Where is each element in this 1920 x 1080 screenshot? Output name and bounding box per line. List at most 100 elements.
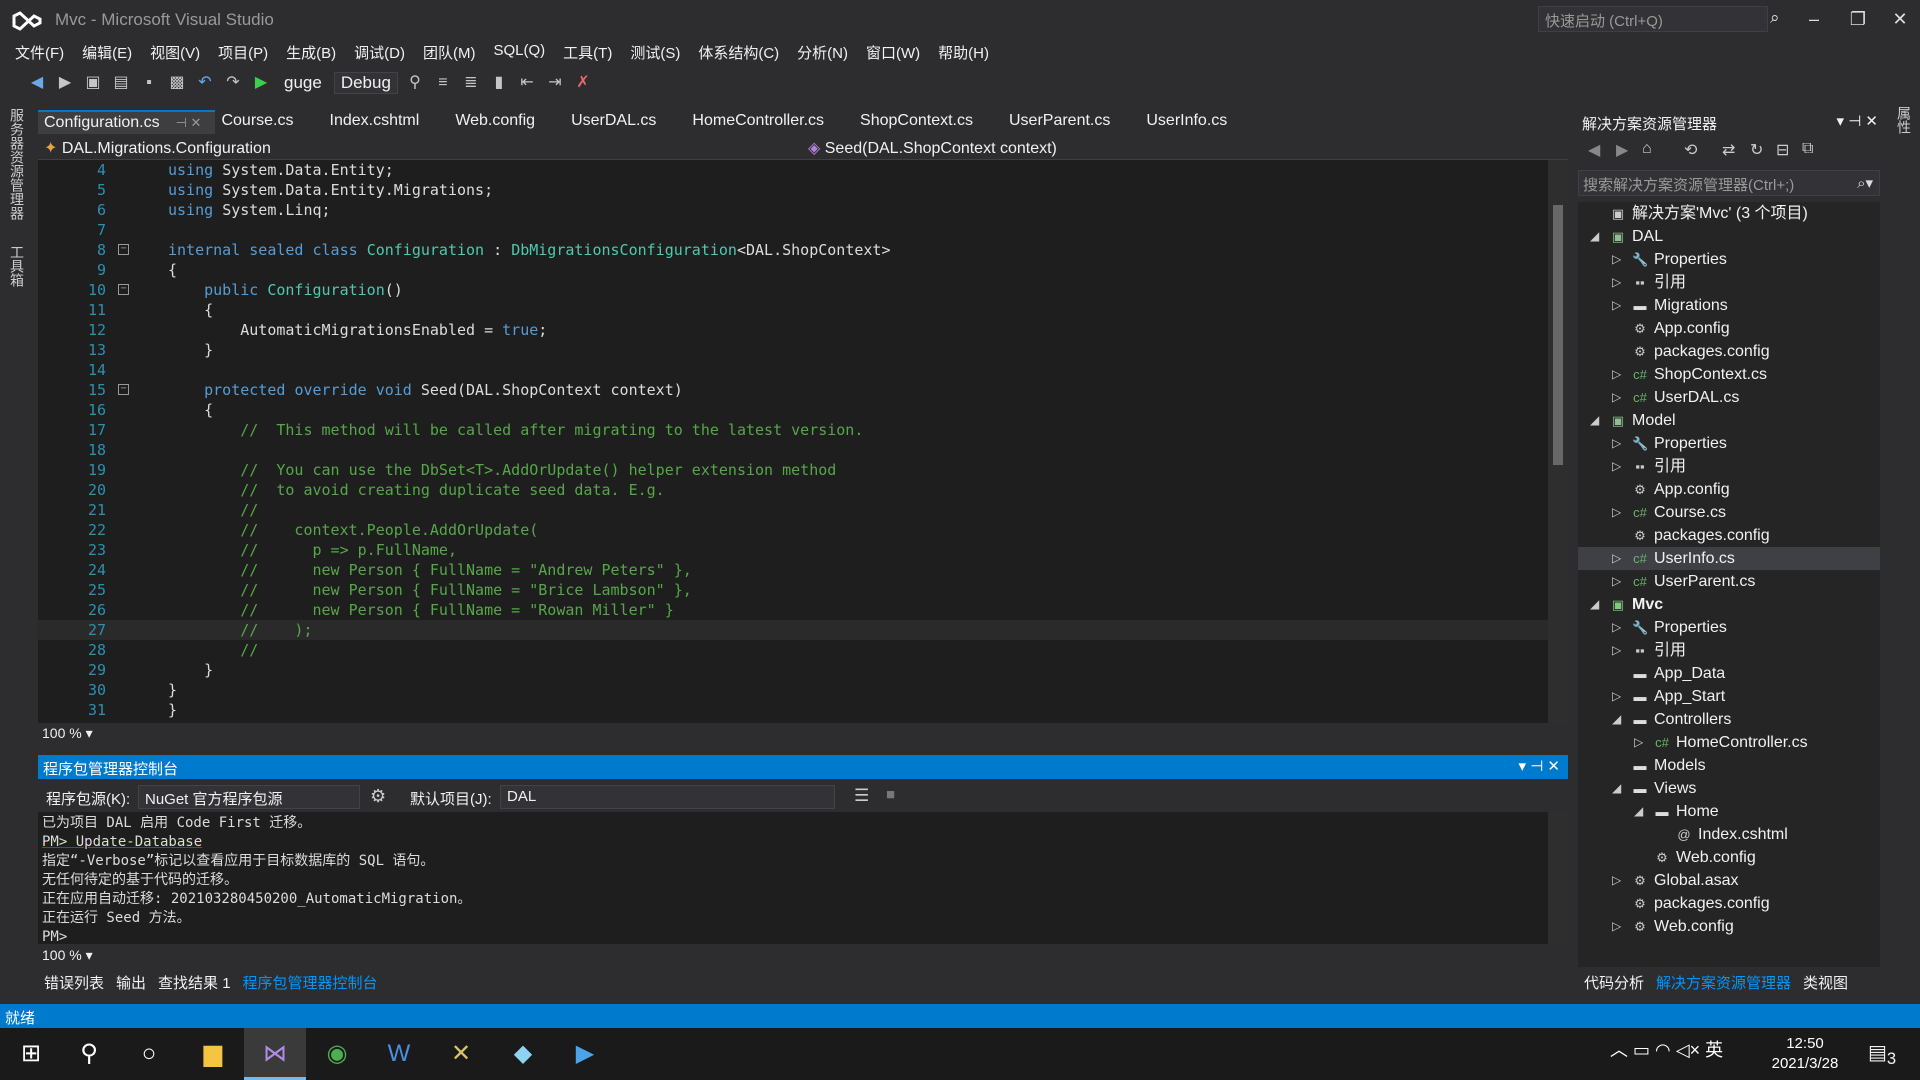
code-line[interactable]: 5 using System.Data.Entity.Migrations; xyxy=(38,180,1548,200)
code-line[interactable]: 28 // xyxy=(38,640,1548,660)
code-line[interactable]: 26 // new Person { FullName = "Rowan Mil… xyxy=(38,600,1548,620)
code-line[interactable]: 25 // new Person { FullName = "Brice Lam… xyxy=(38,580,1548,600)
fold-toggle-icon[interactable]: − xyxy=(118,284,129,295)
start-icon[interactable]: ▶ xyxy=(250,72,272,94)
save-all-icon[interactable]: ▩ xyxy=(166,72,188,94)
tree-item[interactable]: ◢ ▣ Mvc xyxy=(1578,593,1880,616)
tree-item[interactable]: ▷ 🔧 Properties xyxy=(1578,432,1880,455)
fold-toggle-icon[interactable]: − xyxy=(118,244,129,255)
forward-icon[interactable]: ▶ xyxy=(54,72,76,94)
tree-item[interactable]: ▷ ▪▪ 引用 xyxy=(1578,639,1880,662)
code-line[interactable]: 7 xyxy=(38,220,1548,240)
type-dropdown[interactable]: ✦ DAL.Migrations.Configuration xyxy=(44,138,271,158)
restore-button[interactable]: ❐ xyxy=(1838,4,1878,34)
clear-bookmarks-icon[interactable]: ✗ xyxy=(572,72,594,94)
next-bookmark-icon[interactable]: ⇥ xyxy=(544,72,566,94)
tree-item[interactable]: ⚙ App.config xyxy=(1578,317,1880,340)
back-icon[interactable]: ◀ xyxy=(1588,140,1600,160)
code-line[interactable]: 20 // to avoid creating duplicate seed d… xyxy=(38,480,1548,500)
editor-zoom-dropdown[interactable]: 100 % ▾ xyxy=(38,723,1568,745)
code-line[interactable]: 22 // context.People.AddOrUpdate( xyxy=(38,520,1548,540)
start-target-dropdown[interactable]: guge xyxy=(278,73,328,93)
expanded-arrow-icon[interactable]: ◢ xyxy=(1634,800,1646,823)
media-player-icon[interactable]: ▶ xyxy=(554,1028,616,1080)
clear-console-icon[interactable]: ☰ xyxy=(854,786,869,806)
tab-index-cshtml[interactable]: Index.cshtml xyxy=(324,110,450,134)
prev-bookmark-icon[interactable]: ⇤ xyxy=(516,72,538,94)
code-line[interactable]: 16 { xyxy=(38,400,1548,420)
code-line[interactable]: 10 − public Configuration() xyxy=(38,280,1548,300)
pmc-scrollbar[interactable] xyxy=(1548,812,1568,944)
clock[interactable]: 12:50 2021/3/28 xyxy=(1760,1034,1850,1074)
tab-shopcontext-cs[interactable]: ShopContext.cs xyxy=(854,110,1003,134)
code-line[interactable]: 17 // This method will be called after m… xyxy=(38,420,1548,440)
find-icon[interactable]: ⚲ xyxy=(404,72,426,94)
battery-icon[interactable]: ▭ xyxy=(1633,1040,1650,1060)
menu-file[interactable]: 文件(F) xyxy=(6,40,73,66)
tree-item[interactable]: ◢ ▬ Controllers xyxy=(1578,708,1880,731)
menu-window[interactable]: 窗口(W) xyxy=(857,40,929,66)
code-line[interactable]: 21 // xyxy=(38,500,1548,520)
collapsed-arrow-icon[interactable]: ▷ xyxy=(1612,455,1624,478)
tree-item[interactable]: ▷ ▬ App_Start xyxy=(1578,685,1880,708)
tab-userdal-cs[interactable]: UserDAL.cs xyxy=(565,110,686,134)
code-line[interactable]: 15 − protected override void Seed(DAL.Sho… xyxy=(38,380,1548,400)
pmc-output[interactable]: 已为项目 DAL 启用 Code First 迁移。 PM> Update-Da… xyxy=(38,812,1568,945)
tab-userinfo-cs[interactable]: UserInfo.cs xyxy=(1140,110,1257,134)
tab-configuration-cs[interactable]: Configuration.cs ⊣ ✕ xyxy=(38,110,216,134)
code-line[interactable]: 11 { xyxy=(38,300,1548,320)
code-line[interactable]: 30} xyxy=(38,680,1548,700)
task-view-icon[interactable]: ○ xyxy=(118,1028,180,1080)
code-line[interactable]: 8 − internal sealed class Configuration : … xyxy=(38,240,1548,260)
tools-app-icon[interactable]: ✕ xyxy=(430,1028,492,1080)
visual-studio-icon[interactable]: ⋈ xyxy=(244,1028,306,1080)
tree-item[interactable]: ◢ ▣ DAL xyxy=(1578,225,1880,248)
tree-item[interactable]: ▬ App_Data xyxy=(1578,662,1880,685)
code-line[interactable]: 27 // ); xyxy=(38,620,1548,640)
collapsed-arrow-icon[interactable]: ▷ xyxy=(1612,432,1624,455)
tree-item[interactable]: ▷ c# ShopContext.cs xyxy=(1578,363,1880,386)
tree-item[interactable]: ◢ ▬ Home xyxy=(1578,800,1880,823)
expanded-arrow-icon[interactable]: ◢ xyxy=(1590,409,1602,432)
menu-help[interactable]: 帮助(H) xyxy=(929,40,998,66)
tab-error-list[interactable]: 错误列表 xyxy=(38,970,110,994)
quick-launch-input[interactable]: 快速启动 (Ctrl+Q) xyxy=(1538,6,1768,32)
expanded-arrow-icon[interactable]: ◢ xyxy=(1590,225,1602,248)
show-all-files-icon[interactable]: ⧉ xyxy=(1802,140,1813,158)
collapsed-arrow-icon[interactable]: ▷ xyxy=(1612,547,1624,570)
open-file-icon[interactable]: ▤ xyxy=(110,72,132,94)
default-project-select[interactable]: DAL xyxy=(500,785,835,809)
chrome-icon[interactable]: ◉ xyxy=(306,1028,368,1080)
expanded-arrow-icon[interactable]: ◢ xyxy=(1612,777,1624,800)
solution-tree[interactable]: ▣ 解决方案'Mvc' (3 个项目) ◢ ▣ DAL ▷ 🔧 Properties ▷ ▪▪ 引用… xyxy=(1578,202,1880,967)
bookmark-icon[interactable]: ▮ xyxy=(488,72,510,94)
collapsed-arrow-icon[interactable]: ▷ xyxy=(1612,639,1624,662)
collapsed-arrow-icon[interactable]: ▷ xyxy=(1612,386,1624,409)
home-icon[interactable]: ⌂ xyxy=(1642,140,1652,158)
menu-tools[interactable]: 工具(T) xyxy=(554,40,621,66)
windows-start-icon[interactable]: ⊞ xyxy=(0,1028,62,1080)
solution-explorer-search[interactable]: 搜索解决方案资源管理器(Ctrl+;) ⌕▾ xyxy=(1578,170,1880,196)
sync-icon[interactable]: ⇄ xyxy=(1722,140,1735,160)
tree-item[interactable]: ▬ Models xyxy=(1578,754,1880,777)
tree-item[interactable]: ⚙ packages.config xyxy=(1578,340,1880,363)
refresh-icon[interactable]: ↻ xyxy=(1750,140,1763,160)
pin-icon[interactable]: ⊣ ✕ xyxy=(176,115,202,130)
expanded-arrow-icon[interactable]: ◢ xyxy=(1612,708,1624,731)
save-icon[interactable]: ▪ xyxy=(138,72,160,94)
tree-item[interactable]: ⚙ Web.config xyxy=(1578,846,1880,869)
se-close-icon[interactable]: ▾ ⊣ ✕ xyxy=(1837,112,1879,130)
volume-icon[interactable]: ◁× xyxy=(1676,1040,1700,1060)
search-icon[interactable]: ⚲ xyxy=(58,1028,120,1080)
collapse-all-icon[interactable]: ⊟ xyxy=(1776,140,1789,160)
tab-package-manager-console[interactable]: 程序包管理器控制台 xyxy=(237,970,384,994)
word-icon[interactable]: W xyxy=(368,1028,430,1080)
tree-item[interactable]: ▷ ⚙ Global.asax xyxy=(1578,869,1880,892)
collapsed-arrow-icon[interactable]: ▷ xyxy=(1612,501,1624,524)
menu-view[interactable]: 视图(V) xyxy=(141,40,209,66)
code-line[interactable]: 19 // You can use the DbSet<T>.AddOrUpda… xyxy=(38,460,1548,480)
wifi-icon[interactable]: ◠ xyxy=(1655,1040,1671,1060)
tree-item[interactable]: ⚙ App.config xyxy=(1578,478,1880,501)
search-icon[interactable]: ⌕ xyxy=(1770,8,1780,28)
code-line[interactable]: 13 } xyxy=(38,340,1548,360)
